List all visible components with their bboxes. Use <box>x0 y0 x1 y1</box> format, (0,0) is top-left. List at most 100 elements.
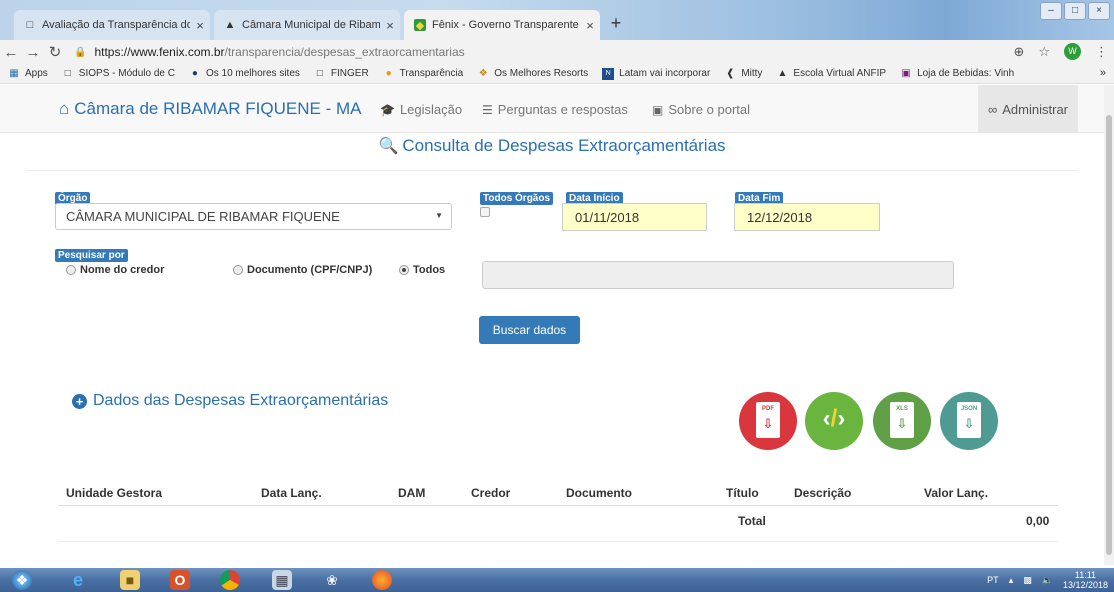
language-indicator[interactable]: PT <box>987 575 999 585</box>
list-icon: ☰ <box>482 102 493 117</box>
url-path: /transparencia/despesas_extraorcamentari… <box>224 45 465 59</box>
radio-button[interactable] <box>233 265 243 275</box>
page-icon: □ <box>316 68 323 79</box>
browser-tab-1[interactable]: □ Avaliação da Transparência dos × <box>14 10 210 40</box>
calculator-icon[interactable]: ▦ <box>272 570 292 590</box>
todos-orgaos-checkbox[interactable] <box>480 207 490 217</box>
radio-todos[interactable]: Todos <box>399 264 445 276</box>
bookmark-resorts[interactable]: ❖ Os Melhores Resorts <box>477 68 588 80</box>
bookmark-finger[interactable]: □ FINGER <box>314 68 369 80</box>
star-icon[interactable]: ☆ <box>1038 44 1050 60</box>
volume-icon[interactable]: 🔈 <box>1042 575 1053 586</box>
maximize-icon[interactable]: □ <box>1064 2 1086 20</box>
bookmarks-bar: ▦ Apps □ SIOPS - Módulo de C ● Os 10 melhor… <box>0 64 1114 84</box>
clock[interactable]: 11:11 13/12/2018 <box>1063 570 1108 590</box>
bookmark-anfip[interactable]: ▲ Escola Virtual ANFIP <box>776 68 886 80</box>
data-inicio-input[interactable]: 01/11/2018 <box>562 203 707 231</box>
bookmarks-more-button[interactable]: » <box>1100 67 1106 79</box>
browser-tab-2[interactable]: ▲ Câmara Municipal de Ribamar Fiq × <box>214 10 400 40</box>
url-field[interactable]: 🔒 https://www.fenix.com.br/transparencia… <box>74 45 465 59</box>
bookmark-10-melhores[interactable]: ● Os 10 melhores sites <box>189 68 300 80</box>
close-icon[interactable]: × <box>190 18 210 33</box>
bookmark-label: Latam vai incorporar <box>619 68 711 79</box>
bookmark-mitty[interactable]: ❰ Mitty <box>724 68 762 80</box>
close-window-icon[interactable]: × <box>1088 2 1110 20</box>
orgao-value: CÂMARA MUNICIPAL DE RIBAMAR FIQUENE <box>66 209 340 224</box>
nav-label: Sobre o portal <box>668 102 751 117</box>
total-value: 0,00 <box>1026 514 1050 528</box>
flag-icon: ◆ <box>414 19 426 32</box>
nav-legislacao[interactable]: 🎓 Legislação <box>380 102 462 117</box>
brand-label: Câmara de RIBAMAR FIQUENE - MA <box>74 99 362 118</box>
column-header[interactable]: Unidade Gestora <box>66 486 162 500</box>
site-navbar: ⌂ Câmara de RIBAMAR FIQUENE - MA 🎓 Legis… <box>0 85 1114 133</box>
radio-button-selected[interactable] <box>399 265 409 275</box>
chrome-icon[interactable] <box>220 570 240 590</box>
json-export-icon[interactable]: JSON ⇩ <box>940 392 998 450</box>
apps-grid-icon: ▦ <box>9 68 19 79</box>
tray-arrow-icon[interactable]: ▴ <box>1009 575 1014 586</box>
data-fim-input[interactable]: 12/12/2018 <box>734 203 880 231</box>
zoom-icon[interactable]: ⊕ <box>1013 44 1024 60</box>
new-tab-button[interactable]: + <box>604 12 628 36</box>
back-icon[interactable]: ← <box>0 44 22 61</box>
menu-icon[interactable]: ⋮ <box>1095 44 1108 60</box>
nav-sobre[interactable]: ▣ Sobre o portal <box>652 102 750 117</box>
close-icon[interactable]: × <box>580 18 600 33</box>
page-title-text: Consulta de Despesas Extraorçamentárias <box>402 136 726 155</box>
forward-icon[interactable]: → <box>22 44 44 61</box>
plus-circle-icon: + <box>72 393 87 409</box>
address-bar: ← → ↻ 🔒 https://www.fenix.com.br/transpa… <box>0 40 1114 64</box>
column-header[interactable]: Documento <box>566 486 632 500</box>
tab-label: Avaliação da Transparência dos <box>42 19 190 31</box>
address-actions: ⊕ ☆ W ⋮ <box>1013 43 1108 60</box>
bookmark-apps[interactable]: ▦ Apps <box>8 68 48 80</box>
column-header[interactable]: Descrição <box>794 486 851 500</box>
folder-icon[interactable]: ■ <box>120 570 140 590</box>
bookmark-transparencia[interactable]: ● Transparência <box>383 68 464 80</box>
circle-icon: ● <box>191 68 198 79</box>
link-icon: ∞ <box>987 101 998 117</box>
news-icon: N <box>602 67 615 80</box>
bookmark-latam[interactable]: N Latam vai incorporar <box>602 67 711 80</box>
section-title[interactable]: + Dados das Despesas Extraorçamentárias <box>72 392 388 410</box>
minimize-icon[interactable]: – <box>1040 2 1062 20</box>
nav-administrar[interactable]: ∞ Administrar <box>978 85 1078 133</box>
network-icon[interactable]: ▩ <box>1023 575 1032 586</box>
column-header[interactable]: Título <box>726 486 759 500</box>
avatar[interactable]: W <box>1064 43 1081 60</box>
radio-button[interactable] <box>66 265 76 275</box>
xls-export-icon[interactable]: XLS ⇩ <box>873 392 931 450</box>
code-export-icon[interactable]: ‹/› <box>805 392 863 450</box>
bookmark-siops[interactable]: □ SIOPS - Módulo de C <box>62 68 175 80</box>
school-icon: ▲ <box>777 68 788 79</box>
buscar-dados-button[interactable]: Buscar dados <box>479 316 580 344</box>
internet-explorer-icon[interactable]: e <box>68 570 88 590</box>
firefox-icon[interactable] <box>372 570 392 590</box>
reload-icon[interactable]: ↻ <box>44 43 66 61</box>
mitty-icon: ❰ <box>726 68 735 79</box>
search-input[interactable] <box>482 261 954 289</box>
radio-documento[interactable]: Documento (CPF/CNPJ) <box>233 264 372 276</box>
paint-icon[interactable]: ❀ <box>322 570 342 590</box>
code-brackets-icon: ‹/› <box>822 405 846 432</box>
outlook-icon[interactable]: O <box>170 570 190 590</box>
column-header[interactable]: Valor Lanç. <box>924 486 988 500</box>
column-header[interactable]: DAM <box>398 486 425 500</box>
site-brand[interactable]: ⌂ Câmara de RIBAMAR FIQUENE - MA <box>59 99 361 119</box>
scrollbar-thumb[interactable] <box>1106 115 1112 555</box>
page-scrollbar[interactable] <box>1104 85 1114 565</box>
close-icon[interactable]: × <box>380 18 400 33</box>
windows-taskbar: ❖ e ■ O ▦ ❀ PT ▴ ▩ 🔈 11:11 13/12/2018 <box>0 568 1114 592</box>
nav-perguntas[interactable]: ☰ Perguntas e respostas <box>482 102 628 117</box>
pdf-export-icon[interactable]: PDF ⇩ <box>739 392 797 450</box>
orgao-select[interactable]: CÂMARA MUNICIPAL DE RIBAMAR FIQUENE ▼ <box>55 203 452 230</box>
column-header[interactable]: Credor <box>471 486 510 500</box>
bookmark-label: FINGER <box>330 68 369 79</box>
bookmark-bebidas[interactable]: ▣ Loja de Bebidas: Vinh <box>900 68 1014 80</box>
start-button-icon[interactable]: ❖ <box>12 570 32 590</box>
browser-tab-3[interactable]: ◆ Fênix - Governo Transparente × <box>404 10 600 40</box>
xls-tag: XLS <box>896 406 908 412</box>
column-header[interactable]: Data Lanç. <box>261 486 322 500</box>
radio-nome-credor[interactable]: Nome do credor <box>66 264 164 276</box>
